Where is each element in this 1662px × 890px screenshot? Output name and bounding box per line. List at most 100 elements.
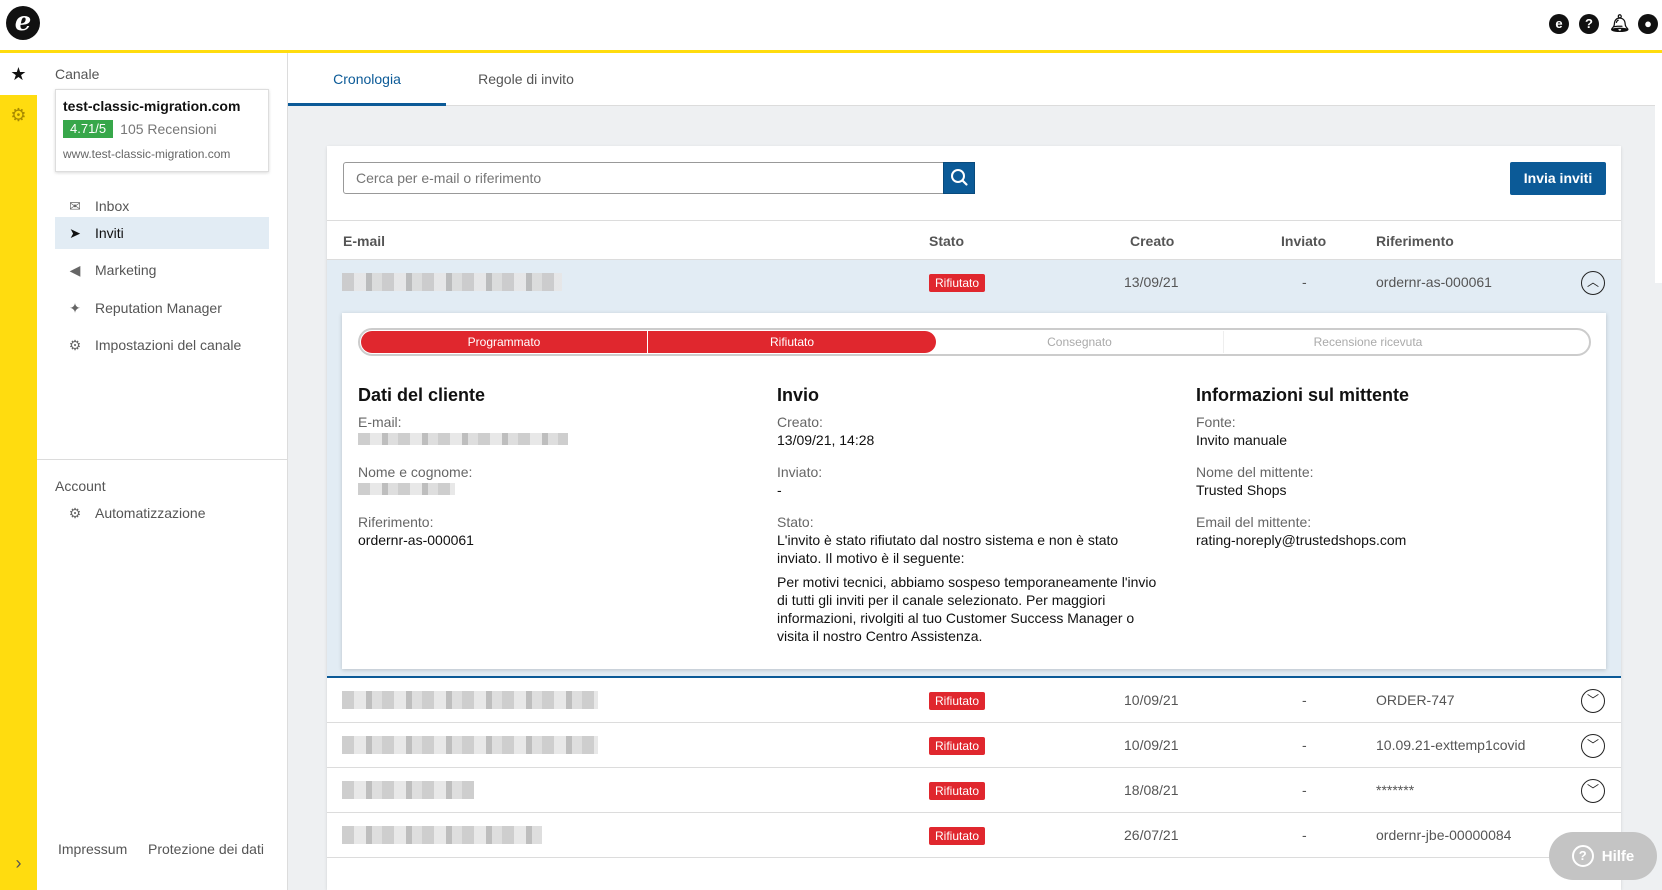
reference: 10.09.21-exttemp1covid	[1376, 737, 1526, 753]
status-progress-bar: Programmato Rifiutato Consegnato Recensi…	[358, 328, 1591, 356]
sidebar-item-label: Inviti	[95, 225, 124, 241]
user-icon[interactable]: ●	[1638, 14, 1658, 34]
table-row[interactable]: Rifiutato 10/09/21 - 10.09.21-exttemp1co…	[327, 723, 1621, 768]
step-consegnato: Consegnato	[936, 331, 1224, 353]
sidebar-item-inviti[interactable]: ➤ Inviti	[55, 217, 269, 249]
sidebar-item-channel-settings[interactable]: ⚙ Impostazioni del canale	[55, 329, 269, 361]
source-label: Fonte:	[1196, 414, 1236, 430]
paper-plane-icon: ➤	[69, 224, 81, 241]
reference: *******	[1376, 782, 1415, 798]
inbox-icon: ✉	[69, 197, 81, 214]
state-label: Stato:	[777, 514, 814, 530]
customer-ref-value: ordernr-as-000061	[358, 532, 474, 548]
help-icon[interactable]: ?	[1579, 14, 1599, 34]
created-label: Creato:	[777, 414, 823, 430]
created-value: 13/09/21, 14:28	[777, 432, 875, 448]
sidebar-item-marketing[interactable]: ◀ Marketing	[55, 254, 269, 286]
sidebar: Canale test-classic-migration.com 4.71/5…	[37, 53, 288, 890]
reason-text-line3: informazioni, rivolgiti al tuo Customer …	[777, 610, 1135, 626]
blurred-email	[342, 691, 598, 709]
search-button[interactable]	[943, 162, 975, 194]
channel-name: test-classic-migration.com	[63, 98, 241, 114]
search-input[interactable]	[343, 162, 945, 194]
chevron-down-icon[interactable]: ﹀	[1581, 734, 1605, 758]
created-date: 10/09/21	[1124, 737, 1179, 753]
sent-date: -	[1302, 827, 1307, 843]
channel-selector[interactable]: test-classic-migration.com 4.71/5 105 Re…	[55, 89, 269, 172]
tab-regole-di-invito[interactable]: Regole di invito	[446, 53, 606, 106]
sender-email-value: rating-noreply@trustedshops.com	[1196, 532, 1407, 548]
sidebar-item-label: Automatizzazione	[95, 505, 206, 521]
blurred-customer-email	[358, 433, 568, 445]
table-row[interactable]: Rifiutato 13/09/21 - ordernr-as-000061 ︿	[327, 260, 1621, 305]
blurred-email	[342, 736, 598, 754]
column-stato[interactable]: Stato	[929, 233, 964, 249]
star-icon[interactable]: ★	[0, 53, 37, 95]
created-date: 26/07/21	[1124, 827, 1179, 843]
sent-label: Inviato:	[777, 464, 823, 480]
help-button[interactable]: ? Hilfe	[1549, 832, 1657, 880]
source-value: Invito manuale	[1196, 432, 1288, 448]
rating-badge: 4.71/5	[63, 120, 114, 138]
etrusted-icon[interactable]: e	[1549, 14, 1569, 34]
sidebar-item-label: Marketing	[95, 262, 157, 278]
table-row[interactable]: Rifiutato 26/07/21 - ordernr-jbe-0000008…	[327, 813, 1621, 858]
created-date: 18/08/21	[1124, 782, 1179, 798]
step-rifiutato: Rifiutato	[648, 331, 936, 353]
sidebar-item-label: Impostazioni del canale	[95, 337, 242, 353]
channel-url: www.test-classic-migration.com	[63, 147, 231, 161]
table-row[interactable]: Rifiutato 10/09/21 - ORDER-747 ﹀	[327, 678, 1621, 723]
chevron-down-icon[interactable]: ﹀	[1581, 779, 1605, 803]
review-count: 105 Recensioni	[120, 121, 217, 137]
settings-gear-icon[interactable]: ⚙	[0, 105, 37, 133]
sparkle-icon: ✦	[69, 299, 81, 316]
page-scrollbar[interactable]	[1655, 53, 1662, 283]
sidebar-item-label: Inbox	[95, 198, 130, 214]
etrusted-logo-icon[interactable]: e	[6, 6, 40, 40]
top-bar: e e ? 🔔︎ ●	[0, 0, 1662, 53]
column-riferimento[interactable]: Riferimento	[1376, 233, 1454, 249]
sent-date: -	[1302, 274, 1307, 290]
privacy-link[interactable]: Protezione dei dati	[148, 841, 264, 857]
invio-title: Invio	[777, 385, 820, 405]
created-date: 13/09/21	[1124, 274, 1179, 290]
status-badge: Rifiutato	[929, 737, 986, 755]
table-row[interactable]: Rifiutato 18/08/21 - ******* ﹀	[327, 768, 1621, 813]
chevron-down-icon[interactable]: ﹀	[1581, 689, 1605, 713]
expanded-row: Rifiutato 13/09/21 - ordernr-as-000061 ︿…	[327, 260, 1621, 678]
step-recensione-ricevuta: Recensione ricevuta	[1313, 335, 1423, 349]
sender-name-value: Trusted Shops	[1196, 482, 1287, 498]
megaphone-icon: ◀	[69, 261, 81, 278]
expand-chevron-icon[interactable]: ›	[0, 853, 37, 874]
tab-bar: Cronologia Regole di invito	[288, 53, 1662, 106]
reason-text-line4: visita il nostro Centro Assistenza.	[777, 628, 983, 644]
account-label: Account	[55, 478, 106, 494]
reference: ordernr-jbe-00000084	[1376, 827, 1512, 843]
reason-text-line2: di tutti gli inviti per il canale selezi…	[777, 592, 1106, 608]
column-inviato[interactable]: Inviato	[1281, 233, 1326, 249]
customer-name-label: Nome e cognome:	[358, 464, 473, 480]
reason-text-line1: Per motivi tecnici, abbiamo sospeso temp…	[777, 574, 1157, 590]
reference: ORDER-747	[1376, 692, 1455, 708]
sent-date: -	[1302, 782, 1307, 798]
sidebar-divider	[37, 459, 288, 460]
send-invitations-button[interactable]: Invia inviti	[1510, 162, 1606, 195]
chevron-up-icon[interactable]: ︿	[1581, 271, 1605, 295]
status-badge: Rifiutato	[929, 692, 986, 710]
help-label: Hilfe	[1601, 847, 1635, 865]
impressum-link[interactable]: Impressum	[58, 841, 127, 857]
sidebar-item-label: Reputation Manager	[95, 300, 222, 316]
sent-date: -	[1302, 692, 1307, 708]
table-header: E-mail Stato Creato Inviato Riferimento	[327, 220, 1621, 260]
sidebar-item-automation[interactable]: ⚙ Automatizzazione	[55, 497, 269, 529]
status-badge: Rifiutato	[929, 827, 986, 845]
sender-name-label: Nome del mittente:	[1196, 464, 1314, 480]
blurred-email	[342, 781, 474, 799]
bell-icon[interactable]: 🔔︎	[1609, 14, 1631, 34]
column-creato[interactable]: Creato	[1130, 233, 1174, 249]
blurred-customer-name	[358, 483, 455, 495]
channel-label: Canale	[55, 66, 100, 82]
sidebar-item-reputation-manager[interactable]: ✦ Reputation Manager	[55, 292, 269, 324]
column-email[interactable]: E-mail	[343, 233, 385, 249]
tab-cronologia[interactable]: Cronologia	[288, 53, 446, 106]
